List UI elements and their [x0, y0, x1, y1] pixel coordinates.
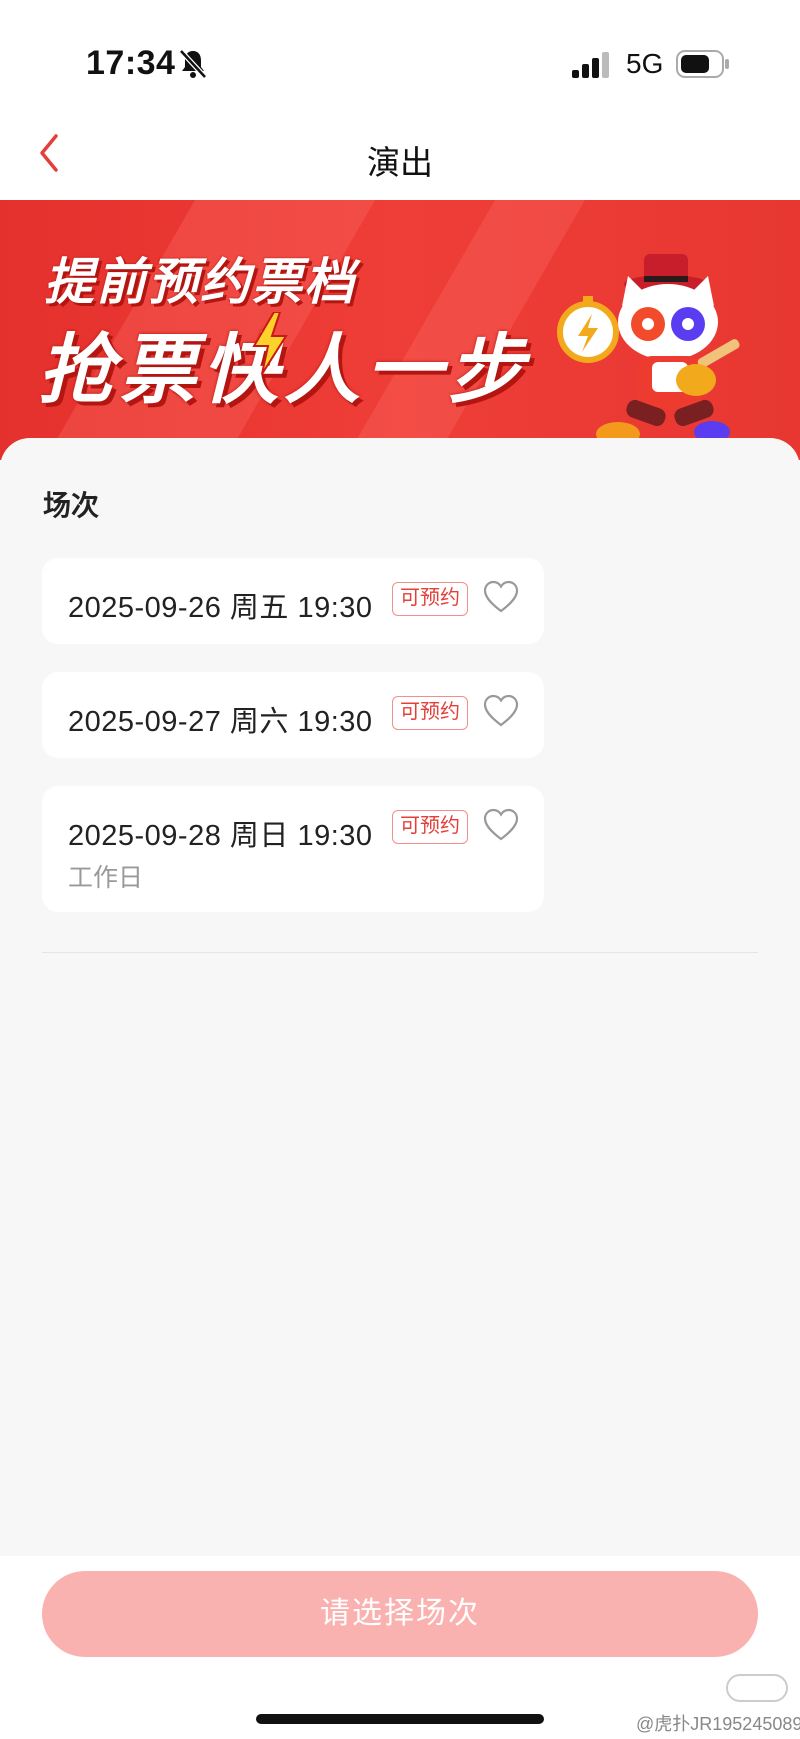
bell-muted-icon	[179, 49, 207, 79]
session-datetime: 2025-09-28 周日 19:30	[68, 820, 373, 852]
lightning-bolt-icon	[252, 312, 288, 374]
cat-mascot-illustration	[557, 254, 740, 446]
status-badge: 可预约	[392, 582, 468, 616]
section-title: 场次	[43, 490, 100, 521]
watermark-logo	[726, 1674, 788, 1702]
status-badge: 可预约	[392, 696, 468, 730]
network-label: 5G	[626, 48, 664, 79]
bottom-bar: 请选择场次 @虎扑JR1952450893	[0, 1556, 800, 1739]
banner-headline: 提前预约票档	[44, 254, 356, 310]
divider	[42, 952, 758, 953]
status-bar: 17:34 5G	[0, 0, 800, 110]
session-card[interactable]: 2025-09-28 周日 19:30 可预约 工作日	[42, 786, 544, 912]
session-panel: 场次 2025-09-26 周五 19:30 可预约 2025-09-27 周六…	[0, 438, 800, 1556]
battery-icon	[676, 50, 729, 78]
watermark: @虎扑JR1952450893	[636, 1714, 800, 1734]
home-indicator	[256, 1714, 544, 1724]
page-title: 演出	[367, 144, 433, 181]
session-datetime: 2025-09-26 周五 19:30	[68, 592, 373, 624]
status-badge: 可预约	[392, 810, 468, 844]
heart-icon[interactable]	[483, 694, 519, 728]
session-datetime: 2025-09-27 周六 19:30	[68, 706, 373, 738]
nav-bar: 演出	[0, 110, 800, 200]
session-card[interactable]: 2025-09-26 周五 19:30 可预约	[42, 558, 544, 644]
heart-icon[interactable]	[483, 580, 519, 614]
heart-icon[interactable]	[483, 808, 519, 842]
signal-icon	[572, 52, 609, 78]
session-card[interactable]: 2025-09-27 周六 19:30 可预约	[42, 672, 544, 758]
status-time: 17:34	[86, 44, 176, 82]
select-session-button[interactable]: 请选择场次	[42, 1571, 758, 1657]
session-note: 工作日	[68, 864, 144, 892]
promo-banner: 提前预约票档 抢票快人一步	[0, 200, 800, 460]
